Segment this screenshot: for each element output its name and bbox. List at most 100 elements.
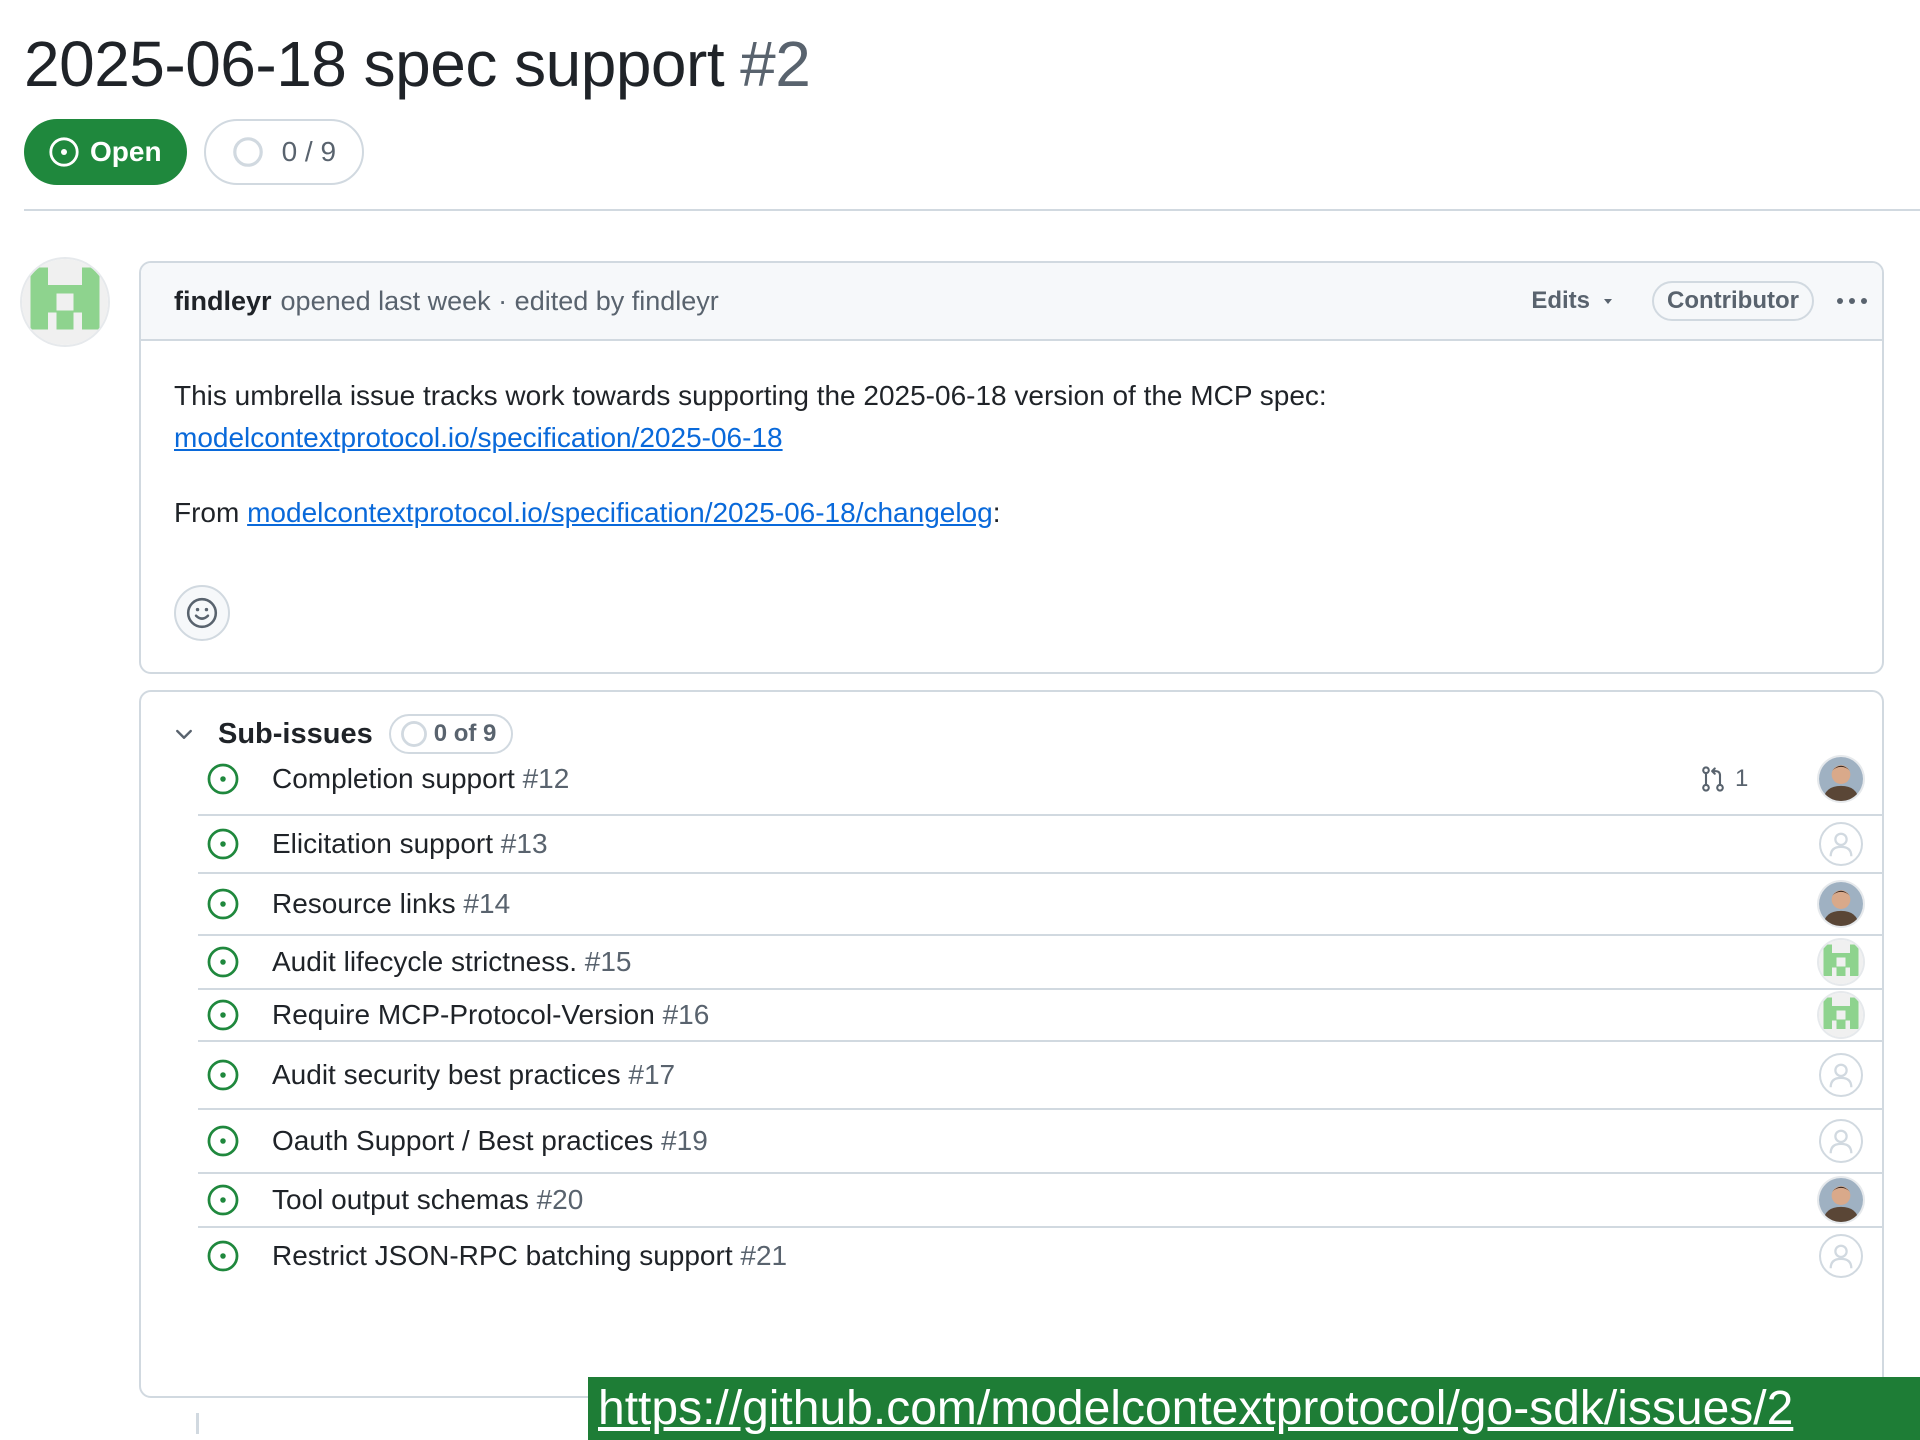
sub-issue-row[interactable]: Resource links #14	[198, 874, 1882, 936]
sub-issue-number: #20	[536, 1184, 584, 1215]
sub-issue-link[interactable]: Tool output schemas #20	[272, 1184, 583, 1216]
comment-header: findleyr opened last week · edited by fi…	[141, 263, 1882, 341]
sub-issue-title: Restrict JSON-RPC batching support	[272, 1240, 733, 1271]
chevron-down-icon	[176, 729, 192, 739]
sub-issues-panel: Sub-issues 0 of 9 Completion support #12…	[139, 690, 1884, 1398]
person-icon	[1829, 832, 1853, 857]
linked-pull-requests[interactable]: 1	[1699, 765, 1748, 793]
role-badge: Contributor	[1652, 281, 1814, 321]
add-reaction-button[interactable]	[174, 585, 230, 641]
body-intro-text: This umbrella issue tracks work towards …	[174, 380, 1327, 411]
user-photo-icon	[1819, 882, 1863, 926]
issue-state-row: Open 0 / 9	[24, 119, 365, 185]
sub-issue-number: #15	[584, 946, 632, 977]
assignee-avatar[interactable]	[1819, 1178, 1863, 1222]
role-badge-label: Contributor	[1667, 287, 1799, 314]
sub-issue-state	[206, 1058, 240, 1092]
assignee-avatar[interactable]	[1819, 1053, 1863, 1097]
comment-author[interactable]: findleyr	[174, 286, 272, 317]
header-divider	[24, 209, 1920, 211]
sub-issue-title: Tool output schemas	[272, 1184, 529, 1215]
sub-issue-number: #13	[500, 828, 548, 859]
sub-issue-number: #14	[463, 888, 511, 919]
sub-issue-row[interactable]: Restrict JSON-RPC batching support #21	[198, 1228, 1882, 1284]
body-paragraph-2: From modelcontextprotocol.io/specificati…	[174, 492, 1849, 534]
user-photo-icon	[1819, 1178, 1863, 1222]
sub-issue-title: Audit lifecycle strictness.	[272, 946, 577, 977]
issue-opened-icon	[207, 1240, 239, 1272]
assignee-avatar[interactable]	[1819, 1119, 1863, 1163]
sub-issue-link[interactable]: Require MCP-Protocol-Version #16	[272, 999, 709, 1031]
issue-title: 2025-06-18 spec support	[24, 28, 725, 100]
progress-circle-icon	[232, 137, 263, 167]
assignee-avatar[interactable]	[1819, 822, 1863, 866]
sub-issue-title: Completion support	[272, 763, 515, 794]
identicon-avatar-icon	[1819, 940, 1863, 984]
sub-issue-row[interactable]: Oauth Support / Best practices #19	[198, 1110, 1882, 1174]
colon-text: :	[992, 497, 1001, 528]
sub-issue-title: Oauth Support / Best practices	[272, 1125, 654, 1156]
state-label: Open	[90, 136, 162, 167]
url-caption: https://github.com/modelcontextprotocol/…	[588, 1377, 1920, 1440]
assignee-avatar[interactable]	[1819, 1234, 1863, 1278]
sub-issue-state	[206, 945, 240, 979]
git-pull-request-icon	[1702, 766, 1724, 792]
assignee-avatar[interactable]	[1819, 993, 1863, 1037]
sub-issue-row[interactable]: Elicitation support #13	[198, 816, 1882, 874]
edits-label: Edits	[1531, 287, 1591, 314]
user-photo-icon	[1819, 757, 1863, 801]
issue-opened-icon	[207, 888, 239, 920]
sub-issue-state	[206, 887, 240, 921]
sub-issue-number: #16	[662, 999, 710, 1030]
sub-issue-link[interactable]: Elicitation support #13	[272, 828, 548, 860]
sub-issue-number: #21	[740, 1240, 788, 1271]
spec-link[interactable]: modelcontextprotocol.io/specification/20…	[174, 422, 783, 453]
progress-label: 0 / 9	[281, 136, 337, 167]
timeline-line	[196, 1413, 199, 1434]
sub-issue-row[interactable]: Audit security best practices #17	[198, 1042, 1882, 1110]
sub-issue-state	[206, 998, 240, 1032]
linked-pr-count: 1	[1735, 765, 1749, 792]
issue-title-row: 2025-06-18 spec support #2	[24, 22, 811, 106]
sub-issue-progress[interactable]: 0 / 9	[203, 119, 365, 185]
kebab-horizontal-icon	[1837, 298, 1867, 304]
sub-issue-title: Audit security best practices	[272, 1059, 621, 1090]
sub-issue-row[interactable]: Require MCP-Protocol-Version #16	[198, 990, 1882, 1042]
sub-issue-state	[206, 1239, 240, 1273]
assignee-avatar[interactable]	[1819, 882, 1863, 926]
issue-opened-icon	[207, 763, 239, 795]
sub-issue-link[interactable]: Restrict JSON-RPC batching support #21	[272, 1240, 787, 1272]
sub-issue-link[interactable]: Audit lifecycle strictness. #15	[272, 946, 632, 978]
comment-body: This umbrella issue tracks work towards …	[141, 341, 1882, 534]
sub-issue-number: #17	[628, 1059, 676, 1090]
from-label: From	[174, 497, 240, 528]
sub-issue-row[interactable]: Completion support #12 1	[198, 744, 1882, 816]
sub-issue-state	[206, 762, 240, 796]
author-avatar[interactable]	[22, 259, 108, 345]
person-icon	[1829, 1063, 1853, 1088]
sub-issue-number: #19	[661, 1125, 708, 1156]
comment-meta: opened last week · edited by findleyr	[280, 285, 719, 316]
sub-issue-link[interactable]: Completion support #12	[272, 763, 569, 795]
body-paragraph-1: This umbrella issue tracks work towards …	[174, 375, 1849, 459]
issue-opened-icon	[207, 1125, 239, 1157]
sub-issue-row[interactable]: Tool output schemas #20	[198, 1174, 1882, 1228]
collapse-toggle[interactable]	[172, 722, 196, 746]
issue-number: #2	[740, 28, 811, 100]
sub-issue-title: Elicitation support	[272, 828, 494, 859]
changelog-link[interactable]: modelcontextprotocol.io/specification/20…	[247, 497, 993, 528]
edits-dropdown[interactable]: Edits	[1531, 287, 1616, 315]
sub-issue-link[interactable]: Resource links #14	[272, 888, 510, 920]
person-icon	[1829, 1244, 1853, 1269]
assignee-avatar[interactable]	[1819, 757, 1863, 801]
state-badge: Open	[24, 119, 187, 185]
sub-issue-link[interactable]: Audit security best practices #17	[272, 1059, 675, 1091]
sub-issue-state	[206, 827, 240, 861]
sub-issue-title: Resource links	[272, 888, 456, 919]
assignee-avatar[interactable]	[1819, 940, 1863, 984]
identicon-avatar-icon	[22, 259, 108, 345]
issue-opened-icon	[207, 828, 239, 860]
sub-issue-row[interactable]: Audit lifecycle strictness. #15	[198, 936, 1882, 990]
sub-issue-link[interactable]: Oauth Support / Best practices #19	[272, 1125, 708, 1157]
comment-more-button[interactable]	[1834, 295, 1870, 307]
